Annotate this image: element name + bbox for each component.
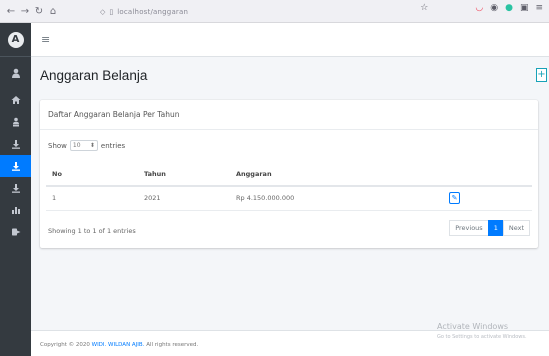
- sidebar-item-logout[interactable]: [0, 221, 31, 243]
- previous-page-button[interactable]: Previous: [449, 220, 489, 236]
- next-page-button[interactable]: Next: [502, 220, 530, 236]
- sidebar-item-users[interactable]: [0, 111, 31, 133]
- brand-logo[interactable]: A: [0, 23, 31, 57]
- logout-icon: [11, 228, 20, 236]
- budget-table: No Tahun Anggaran 1 2021 Rp 4.150.000.00…: [46, 162, 532, 211]
- users-icon: [12, 117, 19, 127]
- sidebar-item-download-1[interactable]: [0, 133, 31, 155]
- bookmark-icon[interactable]: ☆: [420, 3, 428, 13]
- home-icon[interactable]: ⌂: [46, 6, 60, 17]
- page-length-select[interactable]: 10 ⬍: [69, 140, 98, 151]
- user-icon: [11, 68, 20, 78]
- browser-actions: ☆ ◡ ◉ ● ▣ ≡: [420, 3, 543, 13]
- hamburger-icon[interactable]: ≡: [41, 33, 50, 46]
- table-row: 1 2021 Rp 4.150.000.000 ✎: [46, 186, 532, 211]
- sidebar: A: [0, 23, 31, 356]
- budget-card: Daftar Anggaran Belanja Per Tahun Show 1…: [40, 100, 538, 248]
- download-icon: [11, 184, 20, 193]
- card-header: Daftar Anggaran Belanja Per Tahun: [40, 100, 538, 130]
- column-header-anggaran[interactable]: Anggaran: [230, 162, 443, 187]
- column-header-action: [443, 162, 532, 187]
- back-icon[interactable]: ←: [4, 6, 18, 17]
- sidebar-item-report[interactable]: [0, 199, 31, 221]
- table-header-row: No Tahun Anggaran: [46, 162, 532, 187]
- download-icon: [11, 140, 20, 149]
- activate-windows-subtitle: Go to Settings to activate Windows.: [437, 334, 527, 340]
- sidebar-item-download-active[interactable]: [0, 155, 31, 177]
- forward-icon[interactable]: →: [18, 6, 32, 17]
- footer-copyright: Copyright © 2020: [40, 342, 92, 348]
- edit-button[interactable]: ✎: [449, 192, 460, 205]
- column-header-no[interactable]: No: [46, 162, 138, 187]
- sidebar-item-user[interactable]: [0, 57, 31, 89]
- footer-brand-link[interactable]: WIDI. WILDAN AJIB.: [92, 342, 145, 348]
- account-icon[interactable]: ◉: [490, 3, 498, 13]
- activate-windows-title: Activate Windows: [437, 322, 509, 331]
- edit-icon: ✎: [451, 194, 458, 203]
- sidebar-item-home[interactable]: [0, 89, 31, 111]
- pagination: Previous 1 Next: [449, 220, 530, 236]
- url-text: localhost/anggaran: [117, 7, 189, 16]
- browser-toolbar: ← → ↻ ⌂ ◇ ▯ localhost/anggaran ☆ ◡ ◉ ● ▣…: [0, 0, 549, 23]
- cell-anggaran: Rp 4.150.000.000: [230, 186, 443, 211]
- address-bar[interactable]: ◇ ▯ localhost/anggaran: [100, 4, 188, 19]
- brand-icon: A: [7, 31, 24, 48]
- footer-text: Copyright © 2020 WIDI. WILDAN AJIB. All …: [40, 342, 198, 348]
- cell-action: ✎: [443, 186, 532, 211]
- page-title: Anggaran Belanja: [40, 68, 148, 83]
- select-arrows-icon: ⬍: [89, 142, 95, 149]
- page-length-value: 10: [72, 142, 81, 149]
- menu-icon[interactable]: ≡: [535, 3, 543, 13]
- chart-icon: [11, 207, 20, 214]
- extension-icon[interactable]: ●: [505, 3, 513, 13]
- table-info: Showing 1 to 1 of 1 entries: [48, 227, 136, 235]
- card-title: Daftar Anggaran Belanja Per Tahun: [48, 110, 180, 119]
- column-header-tahun[interactable]: Tahun: [138, 162, 230, 187]
- profile-icon[interactable]: ▣: [520, 3, 529, 13]
- download-icon: [11, 162, 20, 171]
- entries-label: entries: [100, 141, 126, 150]
- cell-tahun: 2021: [138, 186, 230, 211]
- sidebar-item-download-2[interactable]: [0, 177, 31, 199]
- add-button[interactable]: +: [536, 68, 547, 82]
- page-icon: ▯: [109, 7, 114, 16]
- show-label: Show: [48, 141, 67, 150]
- footer-rights: All rights reserved.: [144, 342, 199, 348]
- cell-no: 1: [46, 186, 138, 211]
- page-length-control: Show 10 ⬍ entries: [48, 140, 125, 151]
- reload-icon[interactable]: ↻: [32, 6, 46, 17]
- page-1-button[interactable]: 1: [487, 220, 504, 236]
- top-navbar: ≡: [31, 23, 549, 57]
- shield-icon: ◇: [100, 7, 106, 16]
- pocket-icon[interactable]: ◡: [475, 3, 483, 13]
- home-icon: [11, 96, 20, 104]
